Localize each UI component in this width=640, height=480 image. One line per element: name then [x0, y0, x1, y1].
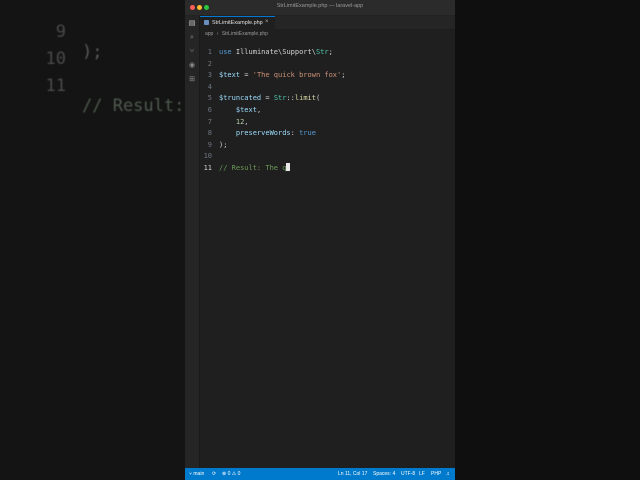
line-code: $text = 'The quick brown fox';: [219, 70, 345, 81]
background-line-number: 11: [45, 76, 66, 96]
code-token: =: [261, 94, 274, 103]
status-bar: ⑂ main ⟳ ⊗ 0 ⚠ 0 Ln 11, Col 17 Spaces: 4…: [185, 468, 455, 480]
line-number: 10: [203, 152, 212, 161]
background-line: 11 // Result:: [0, 56, 185, 136]
tab-bar: StrLimitExample.php ×: [200, 16, 455, 29]
tab-strlimitexample[interactable]: StrLimitExample.php ×: [200, 16, 275, 29]
code-token: $truncated: [219, 94, 262, 103]
line-number: 11: [203, 164, 212, 172]
eol-setting[interactable]: LF: [419, 471, 425, 477]
breadcrumb-item[interactable]: app: [205, 31, 213, 37]
line-number: 3: [207, 71, 212, 80]
title-bar: StrLimitExample.php — laravel-app: [185, 0, 455, 16]
text-cursor: [286, 163, 291, 171]
background-line-number: 10: [45, 49, 66, 69]
branch-indicator[interactable]: ⑂ main: [189, 471, 204, 477]
code-token: ::: [286, 94, 295, 103]
close-icon[interactable]: ×: [265, 19, 269, 25]
activity-bar: ▤ ⌕ ⑂ ◉ ⊞: [185, 16, 200, 468]
php-file-icon: [204, 20, 209, 25]
language-mode[interactable]: PHP: [431, 471, 441, 477]
breadcrumb-item[interactable]: StrLimitExample.php: [222, 31, 268, 37]
code-token: ;: [341, 71, 346, 80]
explorer-icon[interactable]: ▤: [188, 20, 196, 28]
encoding-setting[interactable]: UTF-8: [401, 471, 415, 477]
code-token: :: [290, 129, 300, 138]
code-token: $text: [219, 71, 241, 80]
window-title: StrLimitExample.php — laravel-app: [276, 3, 364, 9]
code-line[interactable]: 4: [200, 82, 455, 93]
code-editor[interactable]: 1 use Illuminate\Support\Str; 2 3 $text = 'T…: [200, 44, 455, 468]
problems-indicator[interactable]: ⊗ 0 ⚠ 0: [222, 471, 240, 477]
background-line-code: );: [82, 42, 103, 62]
code-token: =: [240, 71, 253, 80]
code-line[interactable]: 10: [200, 151, 455, 162]
code-line[interactable]: 8 preserveWords: true: [200, 128, 455, 139]
code-token: ;: [328, 48, 333, 56]
line-code: $text,: [219, 105, 261, 116]
code-line[interactable]: 3 $text = 'The quick brown fox';: [200, 70, 455, 81]
line-number: 8: [207, 129, 212, 138]
code-token: limit: [294, 94, 316, 103]
indentation-setting[interactable]: Spaces: 4: [373, 471, 395, 477]
code-line[interactable]: 2: [200, 59, 455, 70]
breadcrumb-separator: ›: [216, 31, 219, 37]
line-number: 9: [207, 140, 212, 149]
background-right-panel: [455, 0, 640, 480]
sync-icon[interactable]: ⟳: [212, 471, 216, 477]
background-line-number: 9: [55, 22, 66, 42]
source-control-icon[interactable]: ⑂: [188, 48, 196, 56]
code-token: Str: [315, 48, 329, 56]
code-line[interactable]: 5 $truncated = Str::limit(: [200, 93, 455, 104]
code-token: use: [219, 48, 232, 56]
code-token: );: [219, 140, 228, 149]
line-number: 6: [207, 106, 212, 114]
code-token: $text: [235, 106, 257, 114]
line-number: 4: [207, 82, 212, 91]
line-code: );: [219, 140, 227, 151]
line-code: $truncated = Str::limit(: [219, 93, 320, 104]
code-token: ,: [256, 106, 262, 114]
line-code: 12,: [219, 117, 249, 128]
extensions-icon[interactable]: ⊞: [188, 76, 196, 84]
code-token: Str: [273, 94, 287, 103]
code-line[interactable]: 7 12,: [200, 117, 455, 128]
line-number: 7: [207, 117, 212, 126]
line-number: 1: [207, 48, 212, 56]
background-code-zoom: 9 ); 10 11 // Result:: [0, 0, 185, 480]
code-line[interactable]: 11 // Result: The q: [200, 163, 455, 174]
code-token: Illuminate\Support\: [231, 48, 316, 56]
search-icon[interactable]: ⌕: [188, 34, 196, 42]
code-line[interactable]: 1 use Illuminate\Support\Str;: [200, 47, 455, 58]
tab-label: StrLimitExample.php: [212, 20, 263, 26]
code-token: true: [299, 129, 316, 138]
code-line[interactable]: 6 $text,: [200, 105, 455, 116]
code-token: 'The quick brown fox': [252, 71, 342, 80]
background-line-code: // Result:: [82, 96, 185, 116]
notifications-icon[interactable]: ♫: [446, 471, 450, 477]
code-line[interactable]: 9);: [200, 140, 455, 151]
cursor-position[interactable]: Ln 11, Col 17: [338, 471, 367, 477]
breadcrumb: app › StrLimitExample.php: [205, 31, 270, 39]
line-number: 2: [207, 59, 212, 68]
code-token: // Result: The q: [219, 164, 287, 172]
line-code: // Result: The q: [219, 163, 291, 174]
branch-name: main: [193, 471, 205, 477]
code-token: (: [315, 94, 321, 103]
line-code: preserveWords: true: [219, 128, 316, 139]
run-debug-icon[interactable]: ◉: [188, 62, 196, 70]
editor-window: StrLimitExample.php — laravel-app ▤ ⌕ ⑂ …: [185, 0, 455, 480]
line-code: use Illuminate\Support\Str;: [219, 47, 333, 58]
code-token: preserveWords: [235, 129, 291, 138]
line-number: 5: [207, 94, 212, 103]
code-token: ,: [244, 117, 249, 126]
